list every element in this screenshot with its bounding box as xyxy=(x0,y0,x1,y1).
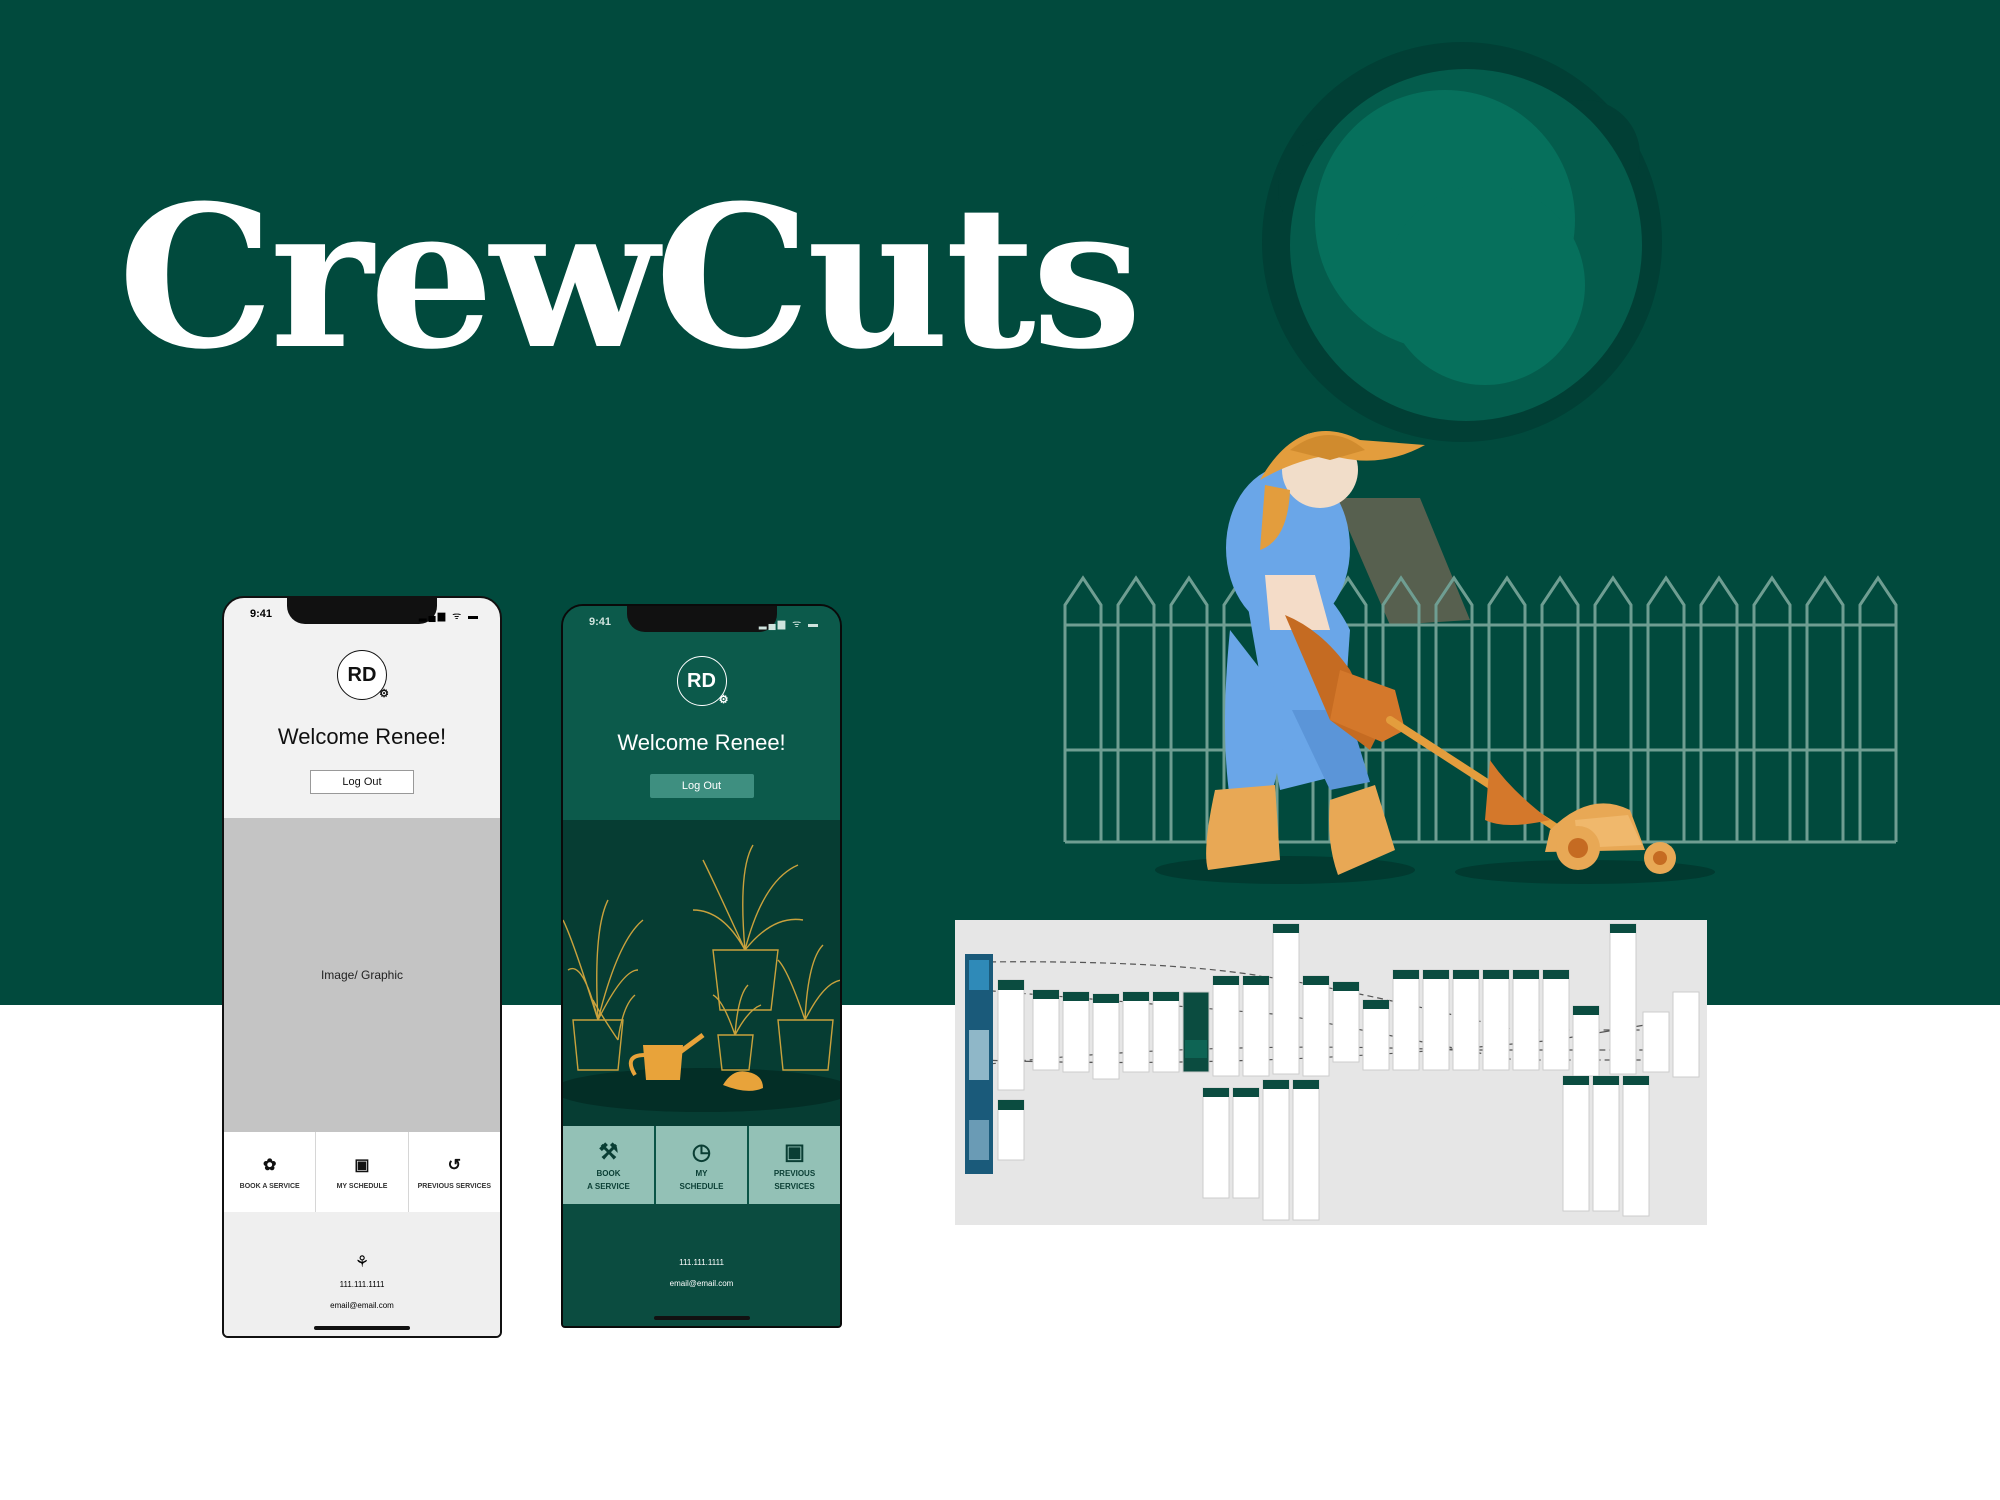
flower-pin-icon: ✿ xyxy=(262,1156,277,1174)
avatar[interactable]: RD ⚙ xyxy=(676,656,729,706)
status-time: 9:41 xyxy=(250,608,273,620)
avatar-initials: RD xyxy=(347,663,377,686)
screen-thumbnails xyxy=(997,923,1700,1221)
tools-icon: ⚒ xyxy=(598,1139,619,1164)
calendar-icon: ▣ xyxy=(354,1156,370,1174)
gear-icon[interactable]: ⚙ xyxy=(719,695,729,706)
styled-phone: 9:41 ▂▄▆ ᯤ ▬ RD ⚙ Welcome Renee! Log Out xyxy=(561,604,842,1328)
footer-phone[interactable]: 111.111.1111 xyxy=(563,1258,840,1267)
status-time: 9:41 xyxy=(589,616,612,628)
footer-phone[interactable]: 111.111.1111 xyxy=(224,1280,500,1289)
history-icon: ↺ xyxy=(447,1156,462,1174)
wireframe-phone: 9:41 ▂▄▆ ᯤ ▬ RD ⚙ Welcome Renee! Log Out… xyxy=(222,596,502,1338)
my-schedule-button[interactable]: ◷ MY SCHEDULE xyxy=(656,1126,749,1204)
garden-illustration xyxy=(563,820,840,1126)
phone-notch xyxy=(626,606,777,632)
user-flow-diagram xyxy=(965,923,1700,1221)
nav-label-line1: MY xyxy=(695,1169,708,1178)
picket-fence xyxy=(1063,575,1898,844)
image-placeholder: Image/ Graphic xyxy=(224,818,500,1132)
bottom-nav: ⚒ BOOK A SERVICE ◷ MY SCHEDULE ▣ PREVIOU… xyxy=(563,1126,840,1204)
logout-button[interactable]: Log Out xyxy=(310,770,414,794)
plant-logo-icon: ⚘ xyxy=(354,1254,370,1271)
gardener-illustration xyxy=(1063,42,1898,884)
welcome-heading: Welcome Renee! xyxy=(617,730,786,755)
home-indicator xyxy=(314,1326,410,1330)
book-service-button[interactable]: ✿ BOOK A SERVICE xyxy=(224,1132,317,1212)
bottom-nav: ✿ BOOK A SERVICE ▣ MY SCHEDULE ↺ PREVIOU… xyxy=(224,1132,500,1212)
lawn-mower-icon xyxy=(1386,716,1676,874)
nav-label: MY SCHEDULE xyxy=(336,1182,388,1190)
status-icons: ▂▄▆ ᯤ ▬ xyxy=(758,619,820,630)
home-indicator xyxy=(653,1316,750,1320)
my-schedule-button[interactable]: ▣ MY SCHEDULE xyxy=(316,1132,409,1212)
previous-services-button[interactable]: ↺ PREVIOUS SERVICES xyxy=(409,1132,500,1212)
clock-icon: ◷ xyxy=(691,1139,712,1164)
brand-title: CrewCuts xyxy=(118,163,1142,393)
phone-notch xyxy=(287,598,437,624)
nav-label-line2: A SERVICE xyxy=(587,1182,630,1191)
gardener-icon xyxy=(1206,431,1425,875)
footer: ⚘ 111.111.1111 email@email.com xyxy=(224,1212,500,1336)
status-icons: ▂▄▆ ᯤ ▬ xyxy=(418,611,480,622)
nav-label-line1: BOOK xyxy=(596,1169,621,1178)
image-placeholder-label: Image/ Graphic xyxy=(320,968,404,982)
avatar[interactable]: RD ⚙ xyxy=(337,650,389,700)
potted-plants-icon xyxy=(563,844,840,1112)
footer-email[interactable]: email@email.com xyxy=(224,1301,500,1310)
calendar-check-icon: ▣ xyxy=(784,1139,805,1164)
footer: 111.111.1111 email@email.com xyxy=(563,1204,840,1326)
nav-label-line2: SERVICES xyxy=(774,1182,815,1191)
nav-label: BOOK A SERVICE xyxy=(239,1182,300,1190)
nav-label-line2: SCHEDULE xyxy=(679,1182,724,1191)
nav-label: PREVIOUS SERVICES xyxy=(417,1182,492,1190)
book-service-button[interactable]: ⚒ BOOK A SERVICE xyxy=(563,1126,656,1204)
footer-email[interactable]: email@email.com xyxy=(563,1279,840,1288)
logout-button[interactable]: Log Out xyxy=(649,774,754,798)
prototype-flow-board xyxy=(955,920,1707,1225)
nav-label-line1: PREVIOUS xyxy=(773,1169,816,1178)
gear-icon[interactable]: ⚙ xyxy=(379,689,389,700)
welcome-heading: Welcome Renee! xyxy=(277,724,447,749)
avatar-initials: RD xyxy=(687,669,716,692)
previous-services-button[interactable]: ▣ PREVIOUS SERVICES xyxy=(749,1126,840,1204)
